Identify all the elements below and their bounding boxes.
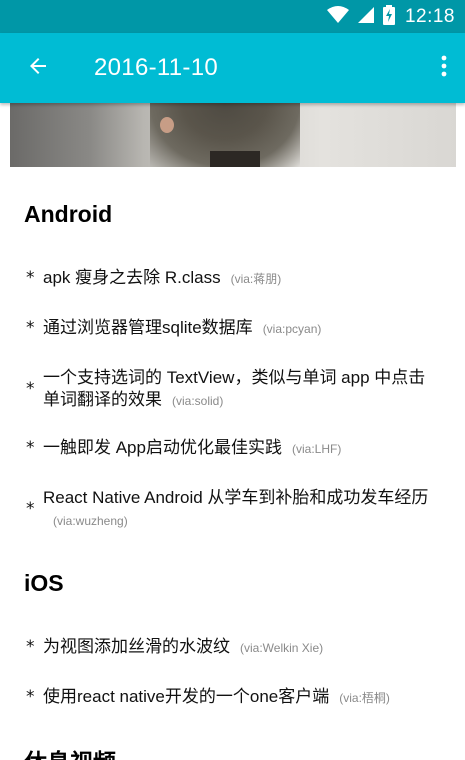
item-link[interactable]: 通过浏览器管理sqlite数据库 — [43, 318, 253, 337]
bullet: * — [26, 318, 35, 338]
app-bar: 2016-11-10 — [0, 33, 465, 103]
item-via: (via:wuzheng) — [53, 514, 128, 528]
item-via: (via:pcyan) — [262, 322, 322, 336]
list-item[interactable]: * 通过浏览器管理sqlite数据库 (via:pcyan) — [24, 317, 440, 340]
header-image — [10, 103, 456, 167]
more-vert-icon — [441, 55, 447, 81]
bullet: * — [26, 499, 35, 519]
list-item[interactable]: * 一触即发 App启动优化最佳实践 (via:LHF) — [24, 437, 440, 460]
section-title-rest-video: 休息视频 — [24, 743, 116, 760]
wifi-icon — [326, 5, 349, 28]
item-link[interactable]: apk 瘦身之去除 R.class — [43, 268, 221, 287]
bullet: * — [26, 268, 35, 288]
arrow-left-icon — [26, 54, 50, 82]
item-via: (via:梧桐) — [339, 691, 390, 705]
article-content[interactable]: Android * apk 瘦身之去除 R.class (via:蒋朋) * 通过… — [0, 103, 465, 760]
page-title: 2016-11-10 — [94, 54, 218, 81]
bullet: * — [26, 637, 35, 657]
battery-charging-icon — [382, 4, 395, 29]
overflow-menu-button[interactable] — [437, 33, 451, 103]
list-item[interactable]: * React Native Android 从学车到补胎和成功发车经历 (via… — [24, 487, 440, 532]
item-link[interactable]: 一触即发 App启动优化最佳实践 — [43, 438, 282, 457]
list-item[interactable]: * apk 瘦身之去除 R.class (via:蒋朋) — [24, 267, 440, 290]
bullet: * — [26, 687, 35, 707]
item-via: (via:Welkin Xie) — [240, 641, 324, 655]
list-item[interactable]: * 使用react native开发的一个one客户端 (via:梧桐) — [24, 686, 440, 709]
section-title-android: Android — [24, 201, 113, 227]
item-link[interactable]: React Native Android 从学车到补胎和成功发车经历 — [43, 488, 428, 507]
status-time: 12:18 — [404, 5, 455, 27]
back-button[interactable] — [0, 33, 76, 103]
cell-signal-icon — [357, 6, 375, 28]
bullet: * — [26, 438, 35, 458]
item-via: (via:solid) — [172, 394, 224, 408]
section-title-ios: iOS — [24, 570, 64, 596]
item-link[interactable]: 使用react native开发的一个one客户端 — [43, 687, 329, 706]
item-via: (via:蒋朋) — [230, 272, 282, 286]
list-item[interactable]: * 为视图添加丝滑的水波纹 (via:Welkin Xie) — [24, 636, 440, 659]
list-item[interactable]: * 一个支持选词的 TextView，类似与单词 app 中点击单词翻译的效果(… — [24, 367, 440, 412]
status-bar: 12:18 — [0, 0, 465, 33]
item-link[interactable]: 为视图添加丝滑的水波纹 — [43, 637, 230, 656]
item-link[interactable]: 一个支持选词的 TextView，类似与单词 app 中点击单词翻译的效果 — [43, 368, 425, 409]
bullet: * — [26, 379, 35, 399]
item-via: (via:LHF) — [291, 442, 342, 456]
